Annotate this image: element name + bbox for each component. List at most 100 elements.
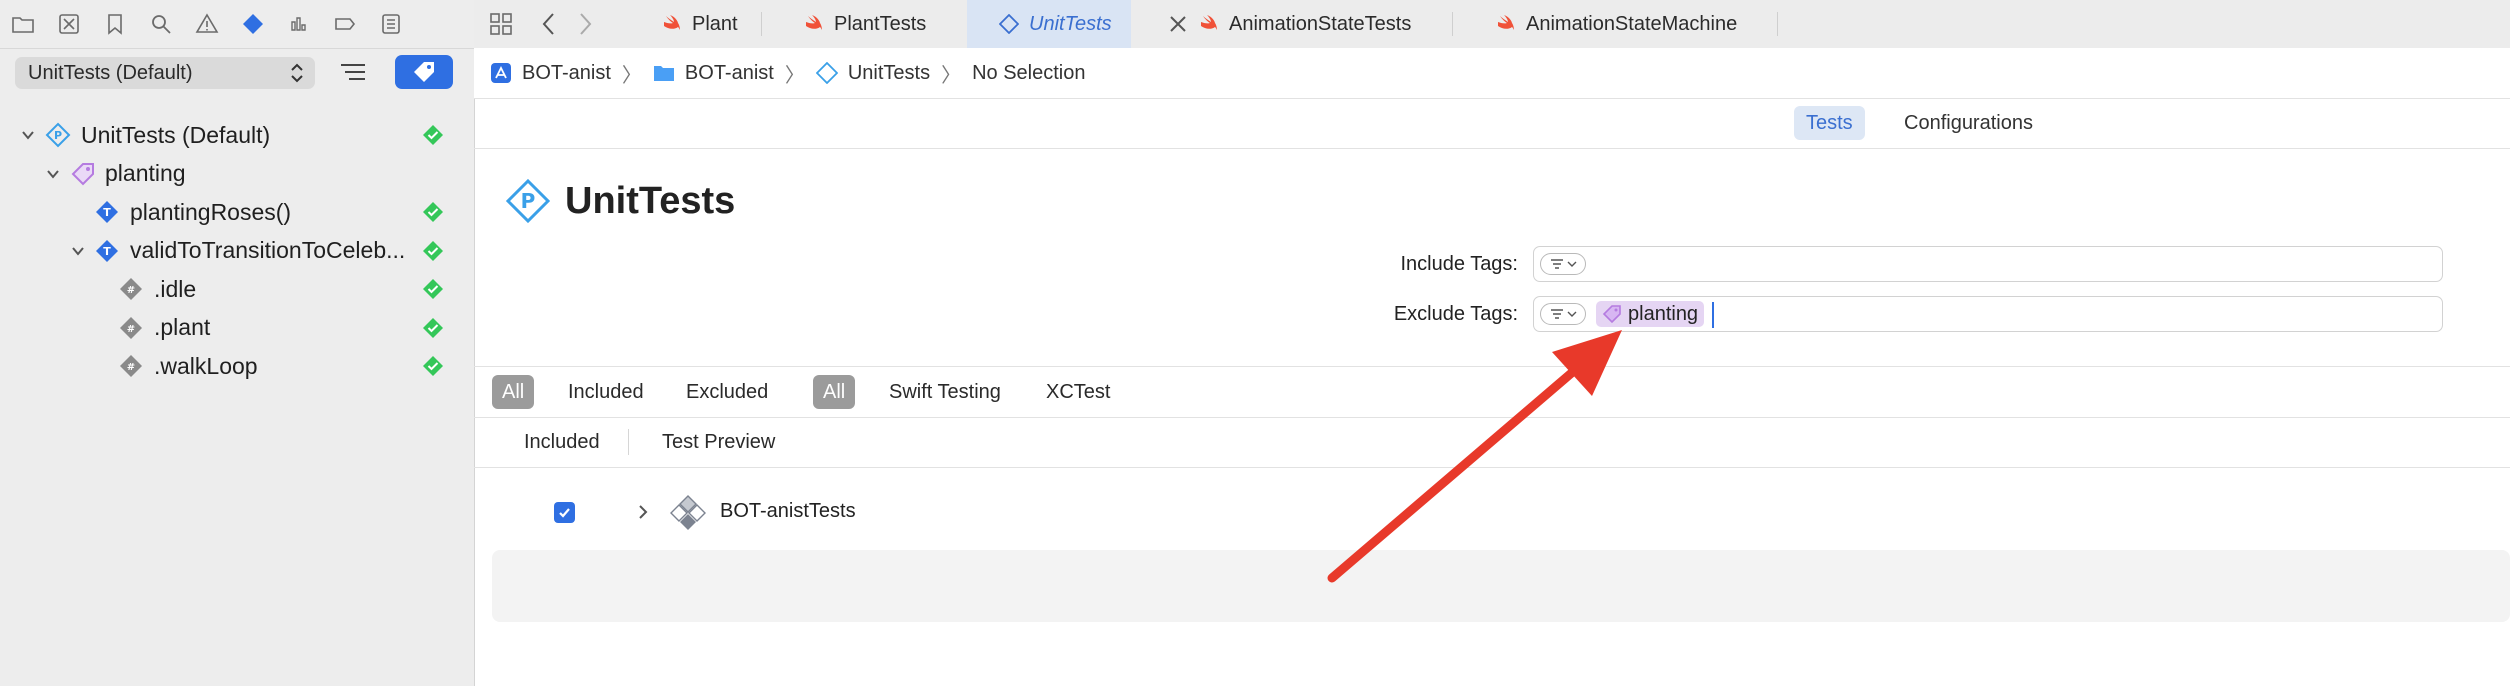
- updown-chevron-icon: [291, 63, 303, 83]
- filter-bar: All Included Excluded All Swift Testing …: [474, 366, 2510, 418]
- filter-included[interactable]: Included: [558, 375, 654, 409]
- tree-row-argument[interactable]: # .idle: [0, 270, 474, 309]
- svg-text:#: #: [127, 285, 135, 296]
- scheme-select[interactable]: UnitTests (Default): [15, 57, 315, 89]
- filter-icon: [1550, 259, 1563, 269]
- tree-label: plantingRoses(): [130, 198, 292, 225]
- breakpoint-icon[interactable]: [333, 12, 357, 36]
- page-title: UnitTests: [565, 180, 736, 222]
- find-icon[interactable]: [149, 12, 173, 36]
- issue-icon[interactable]: [195, 12, 219, 36]
- tree-label: .walkLoop: [154, 352, 258, 379]
- checkmark-icon: [559, 508, 570, 518]
- breadcrumb-label: UnitTests: [847, 61, 931, 84]
- tree-row-test[interactable]: T validToTransitionToCeleb...: [0, 232, 474, 271]
- folder-icon[interactable]: [11, 12, 35, 36]
- filter-swift-testing[interactable]: Swift Testing: [879, 375, 1011, 409]
- tab-plant[interactable]: Plant: [650, 0, 828, 48]
- column-test-preview[interactable]: Test Preview: [662, 417, 775, 467]
- tab-label: AnimationStateMachine: [1526, 12, 1738, 35]
- passed-icon: [423, 317, 443, 338]
- filter-menu-button[interactable]: [1540, 303, 1586, 325]
- argument-icon: #: [120, 316, 142, 339]
- chevron-down-icon[interactable]: [20, 127, 36, 143]
- exclude-tags-field[interactable]: planting: [1533, 296, 2443, 332]
- filter-list-icon[interactable]: [340, 62, 366, 82]
- forward-icon[interactable]: [576, 11, 594, 37]
- breadcrumb-label: BOT-anist: [684, 61, 774, 84]
- test-navigator-icon[interactable]: [241, 12, 265, 36]
- svg-text:P: P: [54, 129, 62, 142]
- breadcrumb-project[interactable]: BOT-anist: [490, 62, 611, 85]
- folder-icon: [653, 66, 674, 81]
- test-tree: P UnitTests (Default) planting T plantin…: [0, 116, 474, 386]
- tag-token[interactable]: planting: [1596, 301, 1705, 327]
- filter-excluded[interactable]: Excluded: [676, 375, 778, 409]
- swift-icon: [806, 15, 822, 30]
- swift-icon: [664, 15, 680, 30]
- source-control-icon[interactable]: [57, 12, 81, 36]
- tab-unittests[interactable]: UnitTests: [967, 0, 1131, 48]
- chevron-right-icon[interactable]: [636, 503, 650, 521]
- svg-text:#: #: [127, 362, 135, 373]
- tag-filter-button[interactable]: [395, 55, 453, 89]
- tree-label: .plant: [154, 314, 211, 341]
- filter-menu-button[interactable]: [1540, 253, 1586, 275]
- include-tags-label: Include Tags:: [1400, 253, 1519, 275]
- breadcrumb-testplan[interactable]: UnitTests: [815, 61, 931, 85]
- chevron-down-icon: [1567, 311, 1576, 317]
- tree-row-test-plan[interactable]: P UnitTests (Default): [0, 116, 474, 155]
- tree-row-argument[interactable]: # .plant: [0, 309, 474, 348]
- bookmark-icon[interactable]: [103, 12, 127, 36]
- passed-icon: [423, 125, 443, 146]
- sub-tab-bar: Included Test Preview: [474, 417, 2510, 468]
- passed-icon: [423, 356, 443, 377]
- passed-icon: [423, 279, 443, 300]
- tab-configurations[interactable]: Configurations: [1892, 106, 2045, 140]
- test-icon: T: [96, 239, 118, 262]
- swift-icon: [1498, 15, 1514, 30]
- test-plan-icon: P: [45, 122, 71, 148]
- tab-planttests[interactable]: PlantTests: [804, 0, 954, 48]
- svg-text:T: T: [103, 206, 111, 219]
- chevron-down-icon[interactable]: [45, 166, 61, 182]
- empty-list-area: [492, 550, 2510, 622]
- svg-text:T: T: [103, 245, 111, 258]
- navigator-panel: UnitTests (Default) P UnitTests (Default…: [0, 0, 475, 686]
- tag-icon: [71, 162, 94, 186]
- column-included[interactable]: Included: [524, 417, 600, 467]
- tab-animationstatetests[interactable]: AnimationStateTests: [1199, 0, 1459, 48]
- test-plan-icon: [815, 62, 838, 84]
- debug-icon[interactable]: [287, 12, 311, 36]
- scheme-select-label: UnitTests (Default): [28, 61, 193, 84]
- app-icon: [491, 63, 511, 83]
- test-bundle-label: BOT-anistTests: [720, 500, 856, 522]
- tree-label: planting: [105, 160, 186, 187]
- tag-token-label: planting: [1628, 302, 1699, 325]
- grid-icon[interactable]: [489, 12, 513, 36]
- breadcrumb-selection[interactable]: No Selection: [972, 62, 1085, 85]
- test-plan-icon: P: [505, 178, 551, 224]
- report-icon[interactable]: [379, 12, 403, 36]
- filter-xctest[interactable]: XCTest: [1036, 375, 1120, 409]
- tree-row-tag[interactable]: planting: [0, 155, 474, 194]
- tab-animationstatemachine[interactable]: AnimationStateMachine: [1496, 0, 1786, 48]
- text-cursor: [1712, 302, 1714, 328]
- tag-icon: [1602, 305, 1621, 324]
- tree-row-argument[interactable]: # .walkLoop: [0, 347, 474, 386]
- filter-all[interactable]: All: [492, 375, 535, 409]
- breadcrumb-folder[interactable]: BOT-anist: [653, 62, 774, 85]
- svg-text:P: P: [521, 189, 536, 213]
- include-checkbox[interactable]: [554, 502, 575, 523]
- include-tags-field[interactable]: [1533, 246, 2443, 282]
- passed-icon: [423, 202, 443, 223]
- tag-icon: [414, 62, 434, 82]
- tree-row-test[interactable]: T plantingRoses(): [0, 193, 474, 232]
- close-icon[interactable]: [1169, 15, 1187, 33]
- filter-all-frameworks[interactable]: All: [813, 375, 856, 409]
- chevron-down-icon[interactable]: [70, 243, 86, 259]
- passed-icon: [423, 240, 443, 261]
- tab-tests[interactable]: Tests: [1794, 106, 1865, 140]
- back-icon[interactable]: [540, 11, 558, 37]
- tree-label: validToTransitionToCeleb...: [130, 237, 406, 264]
